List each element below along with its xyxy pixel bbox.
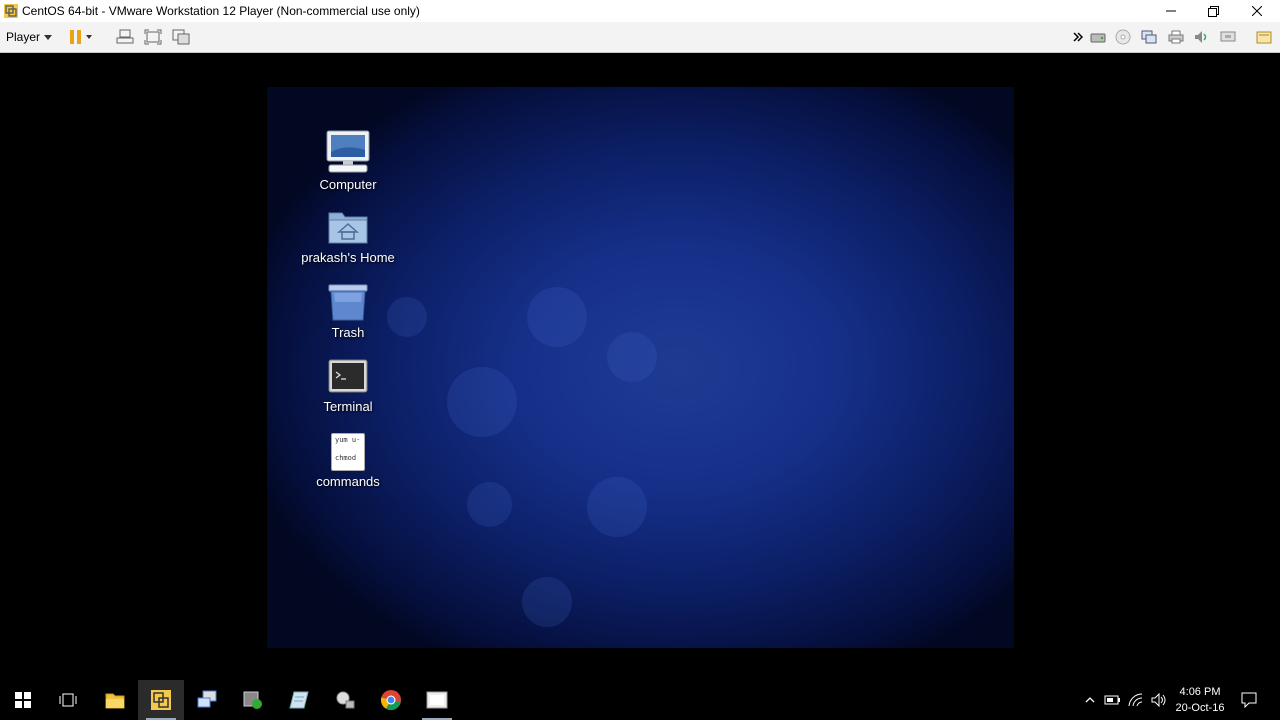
vmware-player-icon xyxy=(4,4,18,18)
terminal-icon xyxy=(328,359,368,393)
remote-desktop-icon xyxy=(197,690,217,708)
taskbar-vmware-player[interactable] xyxy=(138,680,184,720)
background-bokeh xyxy=(607,332,657,382)
desktop-icon-home[interactable]: prakash's Home xyxy=(283,207,413,265)
battery-tray-button[interactable] xyxy=(1103,680,1123,720)
background-bokeh xyxy=(522,577,572,627)
ctrl-alt-del-icon xyxy=(116,29,134,44)
task-view-icon xyxy=(59,693,77,707)
pause-button[interactable] xyxy=(64,27,98,47)
wifi-icon xyxy=(1128,693,1143,707)
file-preview-line: yum u- xyxy=(335,436,361,444)
full-screen-button[interactable] xyxy=(142,27,164,47)
taskbar-clock[interactable]: 4:06 PM 20-Oct-16 xyxy=(1172,684,1228,716)
action-center-button[interactable] xyxy=(1234,680,1264,720)
desktop-icon-label: commands xyxy=(316,474,380,489)
player-toolbar: Player xyxy=(0,22,1280,53)
start-button[interactable] xyxy=(0,680,46,720)
taskbar-network-tool[interactable] xyxy=(322,680,368,720)
message-log-button[interactable] xyxy=(1254,27,1274,47)
clock-time: 4:06 PM xyxy=(1179,686,1221,698)
folder-icon xyxy=(105,693,125,709)
windows-logo-icon xyxy=(15,692,31,708)
clock-date: 20-Oct-16 xyxy=(1175,702,1225,714)
hard-disk-icon xyxy=(1090,33,1106,43)
sound-card-icon xyxy=(1195,31,1207,43)
chevron-down-icon xyxy=(44,34,53,40)
unity-mode-button[interactable] xyxy=(170,27,192,47)
battery-icon xyxy=(1104,695,1120,705)
hard-disk-device[interactable] xyxy=(1088,27,1108,47)
unity-icon xyxy=(172,29,190,45)
cd-dvd-device[interactable] xyxy=(1113,27,1133,47)
vmware-player-icon xyxy=(151,690,171,710)
chrome-icon xyxy=(380,690,401,711)
player-menu-button[interactable]: Player xyxy=(6,27,53,47)
file-preview-line: chmod xyxy=(335,454,357,462)
taskbar-app-manager[interactable] xyxy=(230,680,276,720)
app-manager-icon xyxy=(243,691,262,709)
desktop-icon-label: Computer xyxy=(319,177,377,192)
window-titlebar: CentOS 64-bit - VMware Workstation 12 Pl… xyxy=(0,0,1280,22)
sound-card-device[interactable] xyxy=(1191,27,1211,47)
printer-icon xyxy=(1168,30,1184,44)
cd-icon xyxy=(1115,29,1131,45)
windows-taskbar: 4:06 PM 20-Oct-16 xyxy=(0,680,1280,720)
printer-device[interactable] xyxy=(1166,27,1186,47)
home-folder-icon xyxy=(328,212,368,244)
taskbar-notepad[interactable] xyxy=(276,680,322,720)
text-file-icon: yum u- chmod xyxy=(331,433,365,471)
trash-icon xyxy=(328,284,368,321)
desktop-icon-commands[interactable]: yum u- chmod commands xyxy=(283,433,413,489)
minimize-button[interactable] xyxy=(1148,0,1194,22)
display-device[interactable] xyxy=(1218,27,1238,47)
send-ctrl-alt-del-button[interactable] xyxy=(114,27,136,47)
desktop-icon-terminal[interactable]: Terminal xyxy=(283,358,413,414)
network-tool-icon xyxy=(336,691,355,709)
network-adapter-device[interactable] xyxy=(1139,27,1159,47)
desktop-icon-trash[interactable]: Trash xyxy=(283,282,413,340)
task-view-button[interactable] xyxy=(45,680,91,720)
wifi-tray-button[interactable] xyxy=(1126,680,1146,720)
desktop-icon-computer[interactable]: Computer xyxy=(283,130,413,192)
double-chevron-right-icon xyxy=(1073,32,1083,42)
notepad-icon xyxy=(289,691,309,709)
restore-icon xyxy=(1207,5,1219,17)
network-adapter-icon xyxy=(1141,30,1157,44)
close-button[interactable] xyxy=(1234,0,1280,22)
close-icon xyxy=(1252,6,1262,16)
taskbar-file-explorer[interactable] xyxy=(92,680,138,720)
background-bokeh xyxy=(447,367,517,437)
taskbar-chrome[interactable] xyxy=(368,680,414,720)
guest-desktop[interactable]: Computer prakash's Home Trash Terminal y… xyxy=(267,87,1014,648)
volume-tray-button[interactable] xyxy=(1149,680,1169,720)
computer-icon xyxy=(326,130,370,173)
player-menu-label: Player xyxy=(6,30,41,44)
speaker-icon xyxy=(1151,693,1166,707)
taskbar-running-window[interactable] xyxy=(414,680,460,720)
message-log-icon xyxy=(1256,31,1272,44)
chevron-up-icon xyxy=(1085,697,1095,703)
taskbar-remote-desktop[interactable] xyxy=(184,680,230,720)
more-devices-button[interactable] xyxy=(1070,27,1086,47)
background-bokeh xyxy=(527,287,587,347)
minimize-icon xyxy=(1166,10,1176,12)
background-bokeh xyxy=(467,482,512,527)
pause-icon xyxy=(70,30,92,44)
window-thumbnail-icon xyxy=(426,691,448,709)
window-title: CentOS 64-bit - VMware Workstation 12 Pl… xyxy=(22,4,420,18)
full-screen-icon xyxy=(144,29,162,45)
display-icon xyxy=(1220,31,1236,42)
background-bokeh xyxy=(587,477,647,537)
restore-button[interactable] xyxy=(1190,0,1236,22)
notification-icon xyxy=(1241,692,1257,708)
desktop-icon-label: Trash xyxy=(331,325,365,340)
show-hidden-icons-button[interactable] xyxy=(1080,680,1100,720)
desktop-icon-label: Terminal xyxy=(323,399,373,414)
desktop-icon-label: prakash's Home xyxy=(301,250,395,265)
